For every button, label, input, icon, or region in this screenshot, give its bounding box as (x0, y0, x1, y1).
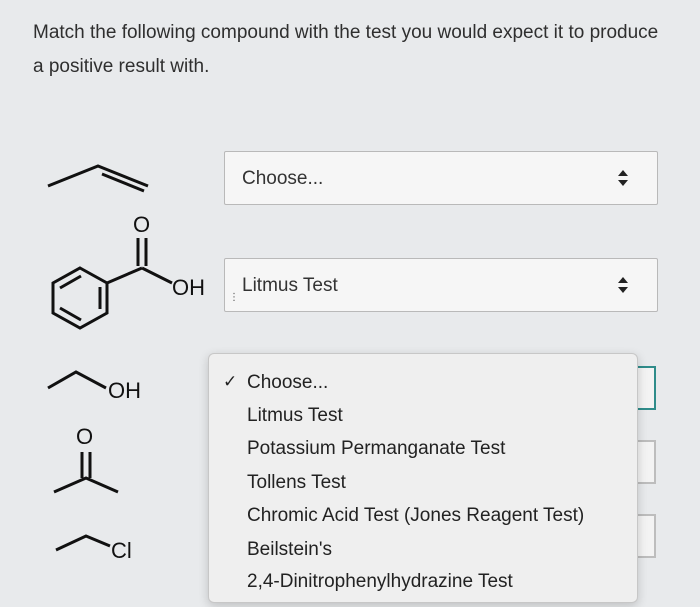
test-dropdown-menu: ✓ Choose... Litmus Test Potassium Perman… (208, 353, 638, 603)
option-tollens-test[interactable]: Tollens Test (247, 472, 346, 494)
compound-4-select-edge[interactable] (638, 440, 656, 484)
option-chromic-acid-test[interactable]: Chromic Acid Test (Jones Reagent Test) (247, 505, 584, 527)
acetone-o-label: O (76, 424, 94, 449)
compound-5-select-edge[interactable] (638, 514, 656, 558)
question-text: Match the following compound with the te… (33, 22, 659, 77)
option-dnph-test[interactable]: 2,4-Dinitrophenylhydrazine Test (247, 571, 513, 593)
cl-label: Cl (111, 538, 132, 563)
compound-1-select[interactable]: Choose... (224, 151, 658, 205)
propene-structure (40, 158, 160, 198)
up-down-arrows-icon (618, 277, 628, 293)
oh-label-ethanol: OH (108, 378, 141, 403)
select-value: Choose... (242, 168, 324, 189)
chloroethane-structure (50, 528, 120, 558)
option-choose[interactable]: Choose... (247, 372, 328, 394)
oh-label-benzoic: OH (172, 275, 205, 300)
focus-dot: ⋮ (229, 292, 239, 303)
option-permanganate-test[interactable]: Potassium Permanganate Test (247, 438, 505, 460)
option-litmus-test[interactable]: Litmus Test (247, 405, 343, 427)
compound-2-select[interactable]: Litmus Test (224, 258, 658, 312)
select-value: Litmus Test (242, 275, 338, 296)
up-down-arrows-icon (618, 170, 628, 186)
carbonyl-o-label: O (133, 212, 151, 237)
compound-3-select-edge[interactable] (638, 366, 656, 410)
option-beilstein[interactable]: Beilstein's (247, 539, 332, 561)
checkmark-icon: ✓ (223, 372, 238, 391)
